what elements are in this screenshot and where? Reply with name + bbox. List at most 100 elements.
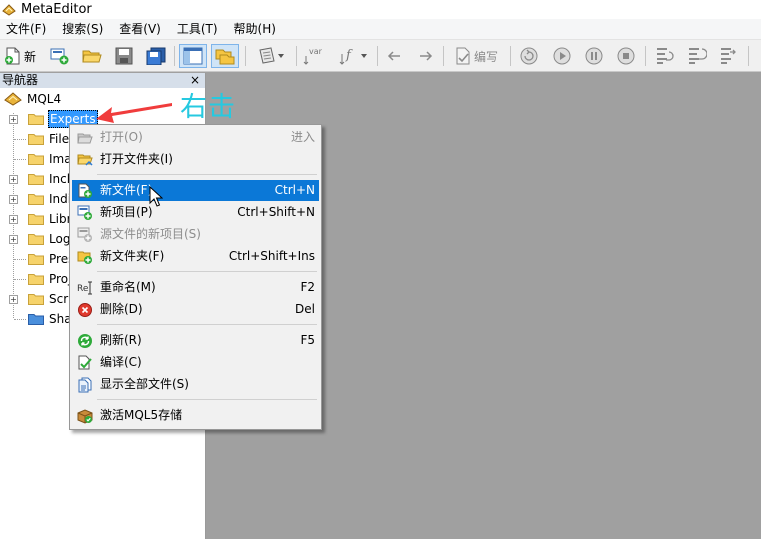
menu-item-label: 源文件的新项目(S) xyxy=(100,227,201,241)
mouse-cursor-icon xyxy=(149,186,163,207)
step-over-icon xyxy=(689,48,707,64)
tree-connector xyxy=(14,139,26,140)
tree-connector xyxy=(14,319,26,320)
new-file-icon xyxy=(4,47,20,65)
menu-item-delete[interactable]: 删除(D) Del xyxy=(72,299,319,320)
compile-label: 编写 xyxy=(473,49,498,64)
tree-connector xyxy=(14,279,26,280)
shared-folder-icon xyxy=(28,314,44,325)
close-icon[interactable]: × xyxy=(190,73,200,87)
navigator-header: 导航器 × xyxy=(0,73,205,88)
menu-search[interactable]: 搜索(S) xyxy=(54,19,111,40)
pause-icon xyxy=(585,47,603,65)
menu-item-label: 打开(O) xyxy=(100,130,143,144)
menu-item-activate-mql5-storage[interactable]: 激活MQL5存储 xyxy=(72,405,319,426)
menu-item-label: 删除(D) xyxy=(100,302,143,316)
insert-var-button[interactable]: var xyxy=(301,44,325,68)
menu-item-compile[interactable]: 编译(C) xyxy=(72,352,319,373)
menu-item-label: 刷新(R) xyxy=(100,333,142,347)
compile-icon xyxy=(78,355,92,370)
expand-icon[interactable]: + xyxy=(9,195,18,204)
step-out-button[interactable] xyxy=(715,44,741,68)
new-file-label: 新 xyxy=(23,49,36,64)
play-button[interactable] xyxy=(549,44,575,68)
folder-icon xyxy=(28,254,44,265)
navigator-toggle-icon xyxy=(183,47,203,65)
title-bar: MetaEditor xyxy=(0,0,761,19)
expand-icon[interactable]: + xyxy=(9,295,18,304)
step-out-icon xyxy=(721,48,736,64)
step-over-button[interactable] xyxy=(683,44,709,68)
menu-item-show-all-files[interactable]: 显示全部文件(S) xyxy=(72,374,319,395)
menu-help[interactable]: 帮助(H) xyxy=(226,19,284,40)
new-folder-icon xyxy=(77,251,92,264)
restart-button[interactable] xyxy=(516,44,542,68)
toolbar-separator xyxy=(645,46,646,66)
navigator-title: 导航器 xyxy=(2,73,39,87)
svg-text:Re: Re xyxy=(77,284,89,294)
folder-icon xyxy=(28,294,44,305)
toolbar-separator xyxy=(296,46,297,66)
toolbar: 新 var f 编写 xyxy=(0,40,761,72)
compile-button[interactable]: 编写 xyxy=(449,44,503,68)
expand-icon[interactable]: + xyxy=(9,235,18,244)
menu-item-new-file[interactable]: 新文件(F) Ctrl+N xyxy=(72,180,319,201)
menu-item-shortcut: Del xyxy=(295,302,315,316)
toolbox-toggle-icon xyxy=(215,49,235,65)
menu-item-new-project-from-source[interactable]: 源文件的新项目(S) xyxy=(72,224,319,245)
menu-item-new-folder[interactable]: 新文件夹(F) Ctrl+Shift+Ins xyxy=(72,246,319,267)
open-folder-icon xyxy=(82,50,102,63)
new-project-icon xyxy=(77,205,92,220)
toolbar-separator xyxy=(245,46,246,66)
pause-button[interactable] xyxy=(581,44,607,68)
toolbox-toggle-button[interactable] xyxy=(211,44,239,68)
new-file-icon xyxy=(78,183,92,198)
menu-item-label: 激活MQL5存储 xyxy=(100,408,183,422)
stop-button[interactable] xyxy=(613,44,639,68)
function-icon: f xyxy=(339,48,353,65)
svg-text:f: f xyxy=(345,48,353,63)
forward-arrow-icon xyxy=(420,51,433,61)
menu-separator xyxy=(97,174,317,175)
folder-icon xyxy=(28,174,44,185)
metaeditor-logo-icon xyxy=(2,3,16,16)
menu-item-open-folder[interactable]: 打开文件夹(I) xyxy=(72,149,319,170)
open-icon xyxy=(77,133,93,144)
expand-icon[interactable]: + xyxy=(9,215,18,224)
navigator-toggle-button[interactable] xyxy=(179,44,207,68)
compile-icon xyxy=(456,47,470,65)
menu-item-label: 新项目(P) xyxy=(100,205,153,219)
styler-button[interactable] xyxy=(251,44,291,68)
menu-item-refresh[interactable]: 刷新(R) F5 xyxy=(72,330,319,351)
stop-icon xyxy=(617,47,635,65)
insert-function-button[interactable]: f xyxy=(333,44,373,68)
expand-icon[interactable]: + xyxy=(9,175,18,184)
menu-item-shortcut: F2 xyxy=(300,280,315,294)
open-folder-icon xyxy=(77,154,93,166)
menu-item-label: 重命名(M) xyxy=(100,280,156,294)
menu-item-label: 编译(C) xyxy=(100,355,142,369)
save-all-button[interactable] xyxy=(144,44,168,68)
menu-tools[interactable]: 工具(T) xyxy=(169,19,226,40)
folder-icon xyxy=(28,134,44,145)
forward-button[interactable] xyxy=(414,44,438,68)
menu-item-new-project[interactable]: 新项目(P) Ctrl+Shift+N xyxy=(72,202,319,223)
toolbar-separator xyxy=(510,46,511,66)
annotation-text: 右击 xyxy=(180,92,236,123)
new-project-button[interactable] xyxy=(48,44,72,68)
menu-item-open[interactable]: 打开(O) 进入 xyxy=(72,127,319,148)
save-button[interactable] xyxy=(112,44,136,68)
expand-icon[interactable]: + xyxy=(9,115,18,124)
chevron-down-icon xyxy=(278,54,284,58)
menu-item-rename[interactable]: Re 重命名(M) F2 xyxy=(72,277,319,298)
back-button[interactable] xyxy=(382,44,406,68)
step-into-button[interactable] xyxy=(651,44,677,68)
menu-view[interactable]: 查看(V) xyxy=(111,19,169,40)
menu-file[interactable]: 文件(F) xyxy=(0,19,54,40)
new-file-button[interactable]: 新 xyxy=(1,44,39,68)
mql4-root-icon xyxy=(4,92,22,106)
save-all-icon xyxy=(146,47,166,65)
folder-icon xyxy=(28,194,44,205)
open-button[interactable] xyxy=(80,44,104,68)
play-icon xyxy=(553,47,571,65)
